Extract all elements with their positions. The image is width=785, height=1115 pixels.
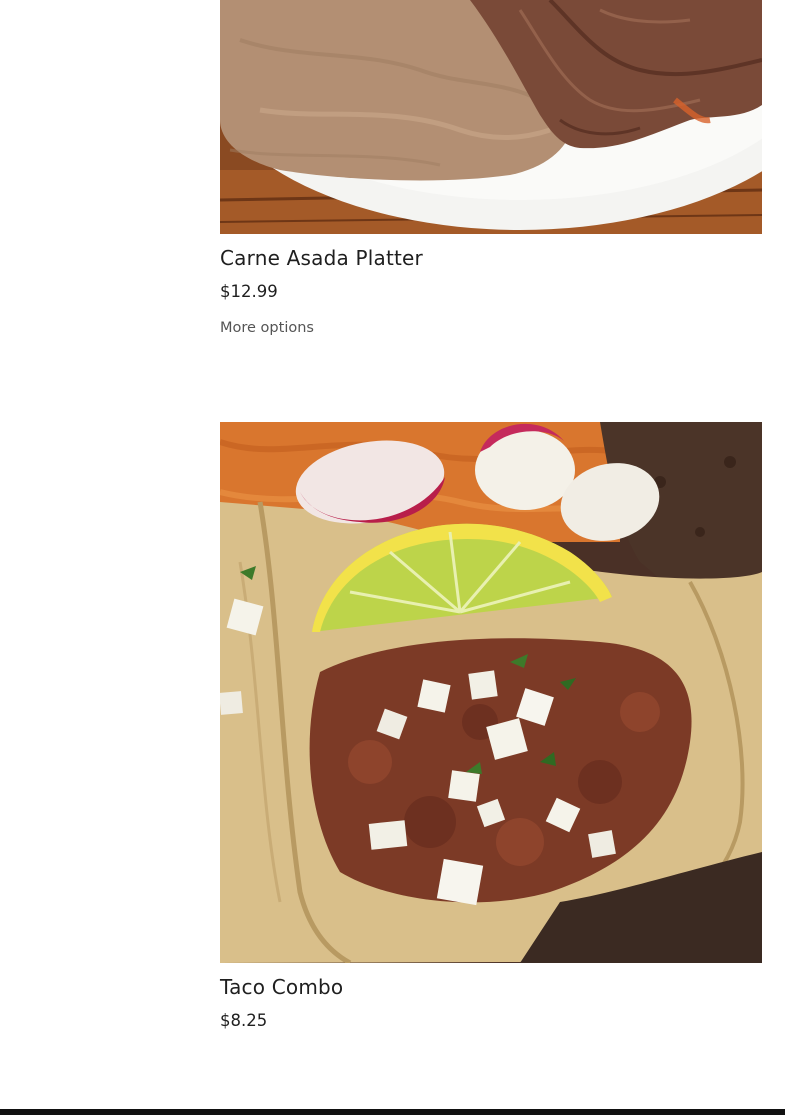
carne-asada-platter-photo (220, 0, 762, 234)
item-price: $12.99 (220, 282, 278, 301)
item-name[interactable]: Carne Asada Platter (220, 246, 423, 270)
carne-asada-platter-image[interactable] (220, 0, 762, 234)
item-name[interactable]: Taco Combo (220, 975, 343, 999)
menu-item-carne-asada-platter[interactable]: Carne Asada Platter $12.99 More options (220, 0, 762, 345)
item-price: $8.25 (220, 1011, 268, 1030)
footer-divider (0, 1109, 785, 1115)
menu-item-taco-combo[interactable]: Taco Combo $8.25 (220, 422, 762, 1042)
more-options-link[interactable]: More options (220, 320, 314, 336)
taco-combo-image[interactable] (220, 422, 762, 963)
taco-combo-photo (220, 422, 762, 963)
